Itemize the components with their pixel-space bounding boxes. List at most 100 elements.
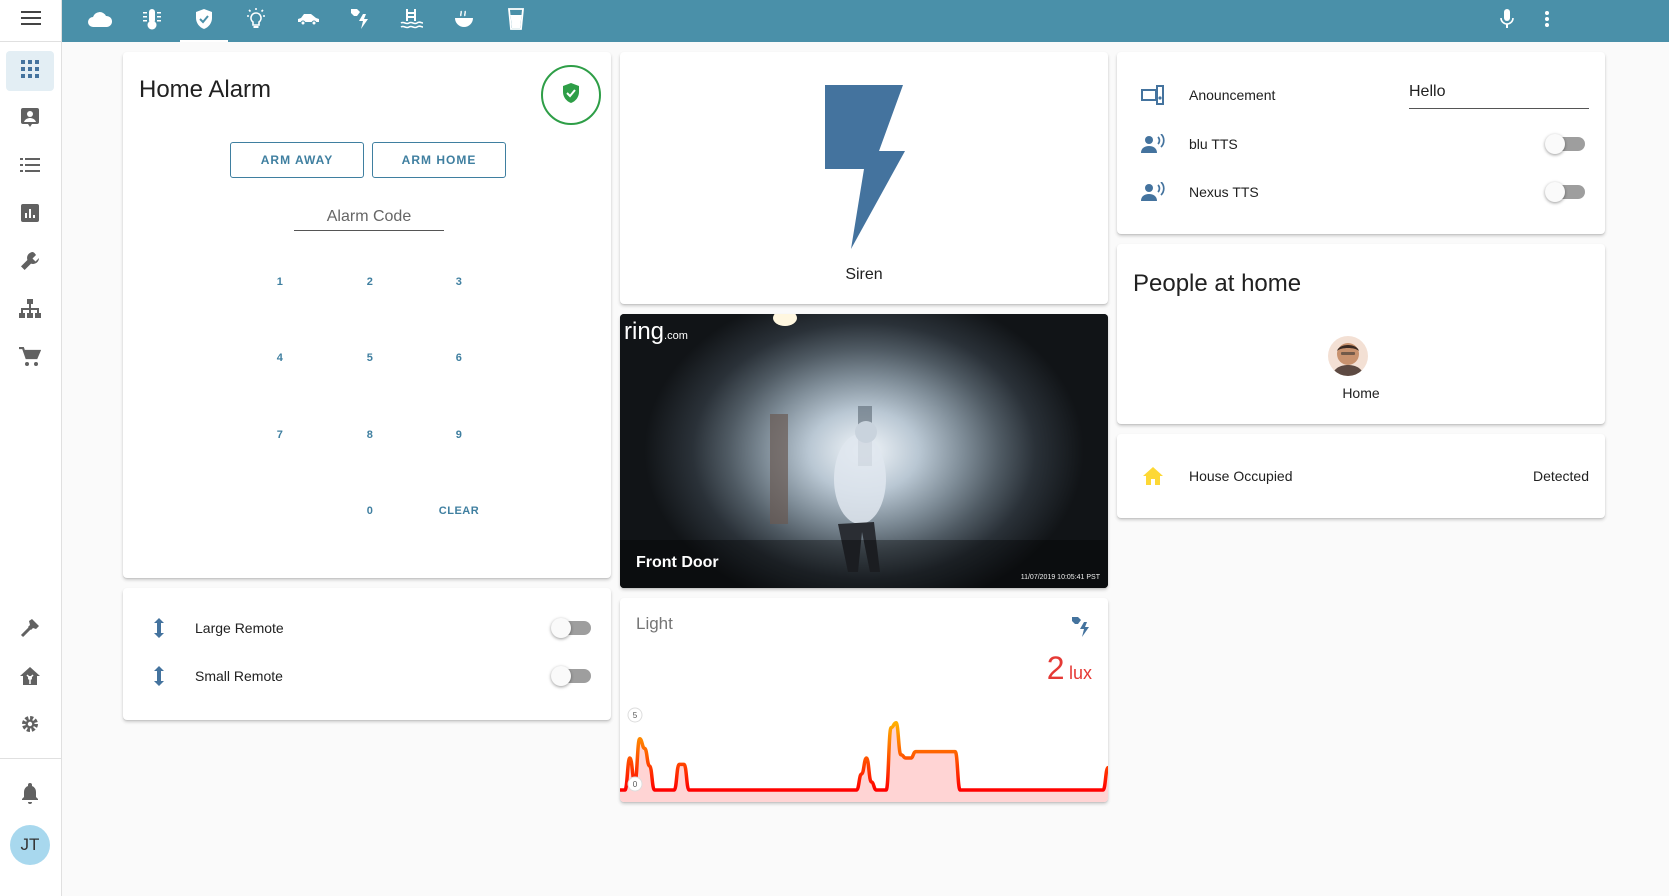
svg-text:0: 0 <box>633 780 638 789</box>
arm-home-button[interactable]: ARM HOME <box>372 142 506 178</box>
small-remote-toggle[interactable] <box>551 666 591 686</box>
swap-vertical-icon <box>147 664 171 688</box>
keypad-key-1[interactable]: 1 <box>250 270 310 294</box>
sidebar-item-notifications[interactable] <box>6 775 54 815</box>
sidebar-item-tools[interactable] <box>6 243 54 283</box>
tab-vehicles[interactable] <box>284 0 332 42</box>
sidebar-item-configuration[interactable] <box>6 706 54 746</box>
siren-label: Siren <box>845 266 883 283</box>
tab-pool[interactable] <box>388 0 436 42</box>
keypad-key-2[interactable]: 2 <box>340 270 400 294</box>
people-title: People at home <box>1133 270 1302 297</box>
entity-label: House Occupied <box>1189 468 1293 484</box>
keypad-key-6[interactable]: 6 <box>429 346 489 370</box>
keypad-key-3[interactable]: 3 <box>429 270 489 294</box>
flash-icon <box>823 85 905 254</box>
voice-button[interactable] <box>1491 0 1523 42</box>
cart-icon <box>19 346 42 372</box>
sidebar-item-network[interactable] <box>6 291 54 331</box>
weather-lightning-icon <box>1070 616 1092 643</box>
car-icon <box>296 12 320 31</box>
thermometer-icon <box>142 8 162 35</box>
tab-security[interactable] <box>180 0 228 42</box>
tts-card: Anouncement Hello blu TTS Nexus TTS <box>1117 52 1605 234</box>
entity-label: Nexus TTS <box>1189 184 1259 200</box>
entity-row-announcement: Anouncement Hello <box>1117 75 1605 115</box>
person-avatar[interactable] <box>1328 336 1368 376</box>
wrench-icon <box>20 251 40 276</box>
sidebar-item-overview[interactable] <box>6 51 54 91</box>
sitemap-icon <box>19 298 41 324</box>
account-voice-icon <box>1141 180 1165 204</box>
light-sparkline: 5 0 <box>620 707 1108 802</box>
keypad-key-8[interactable]: 8 <box>340 423 400 447</box>
sidebar-item-map[interactable] <box>6 99 54 139</box>
sidebar-item-shopping[interactable] <box>6 339 54 379</box>
weather-lightning-icon <box>349 8 371 35</box>
microphone-icon <box>1500 8 1514 34</box>
svg-text:5: 5 <box>633 711 638 720</box>
entity-label: Small Remote <box>195 668 283 684</box>
alarm-status-badge <box>541 65 601 125</box>
alarm-title: Home Alarm <box>139 76 272 103</box>
cog-icon <box>20 714 40 739</box>
entity-label: Anouncement <box>1189 87 1276 103</box>
chart-box-icon <box>21 203 39 227</box>
entity-row-house-occupied[interactable]: House Occupied Detected <box>1117 456 1605 496</box>
entity-label: Large Remote <box>195 620 284 636</box>
announcement-input[interactable]: Hello <box>1409 77 1589 109</box>
menu-icon[interactable] <box>20 11 41 30</box>
sidebar-item-hacs[interactable] <box>6 658 54 698</box>
tab-weather[interactable] <box>76 0 124 42</box>
entity-state: Detected <box>1532 468 1589 484</box>
hammer-icon <box>20 618 40 643</box>
bell-icon <box>21 782 39 809</box>
lightbulb-icon <box>244 7 268 35</box>
tab-kitchen[interactable] <box>440 0 488 42</box>
shield-icon <box>194 8 214 35</box>
account-voice-icon <box>1141 132 1165 156</box>
blu-tts-toggle[interactable] <box>1545 134 1585 154</box>
sidebar: JT <box>0 0 62 896</box>
pool-icon <box>400 8 424 35</box>
light-sensor-card[interactable]: Light 2 lux 5 0 <box>620 598 1108 802</box>
home-icon <box>1141 464 1165 488</box>
swap-vertical-icon <box>147 616 171 640</box>
top-toolbar <box>62 0 1669 42</box>
sensor-value: 2 lux <box>1047 650 1092 687</box>
sensor-name: Light <box>636 614 673 633</box>
sidebar-divider <box>0 758 62 759</box>
shield-check-icon <box>561 82 581 109</box>
sidebar-item-developer[interactable] <box>6 610 54 650</box>
keypad-key-7[interactable]: 7 <box>250 423 310 447</box>
sidebar-item-logbook[interactable] <box>6 147 54 187</box>
keypad-key-0[interactable]: 0 <box>340 499 400 523</box>
tab-climate[interactable] <box>128 0 176 42</box>
tab-water[interactable] <box>492 0 540 42</box>
large-remote-toggle[interactable] <box>551 618 591 638</box>
account-box-icon <box>20 107 40 132</box>
alarm-panel-card: Home Alarm ARM AWAY ARM HOME Alarm Code … <box>123 52 611 578</box>
alarm-code-input[interactable]: Alarm Code <box>294 208 444 231</box>
entity-row-nexus-tts: Nexus TTS <box>1117 172 1605 212</box>
keypad-key-4[interactable]: 4 <box>250 346 310 370</box>
entity-label: blu TTS <box>1189 136 1238 152</box>
overflow-menu-button[interactable] <box>1531 0 1563 42</box>
sidebar-item-history[interactable] <box>6 195 54 235</box>
keypad-key-5[interactable]: 5 <box>340 346 400 370</box>
tab-sensors[interactable] <box>336 0 384 42</box>
bowl-icon <box>453 10 475 33</box>
keypad-key-9[interactable]: 9 <box>429 423 489 447</box>
nexus-tts-toggle[interactable] <box>1545 182 1585 202</box>
remotes-card: Large Remote Small Remote <box>123 588 611 720</box>
sidebar-header <box>0 0 61 42</box>
weather-cloudy-icon <box>87 10 113 33</box>
entity-row-blu-tts: blu TTS <box>1117 124 1605 164</box>
avatar[interactable]: JT <box>10 825 50 865</box>
tab-lights[interactable] <box>232 0 280 42</box>
speaker-icon <box>1141 83 1165 107</box>
siren-card[interactable]: Siren <box>620 52 1108 304</box>
arm-away-button[interactable]: ARM AWAY <box>230 142 364 178</box>
keypad-clear-button[interactable]: CLEAR <box>429 499 489 523</box>
camera-card[interactable]: ring.com Front Door 11/07/2019 10:05:41 … <box>620 314 1108 588</box>
